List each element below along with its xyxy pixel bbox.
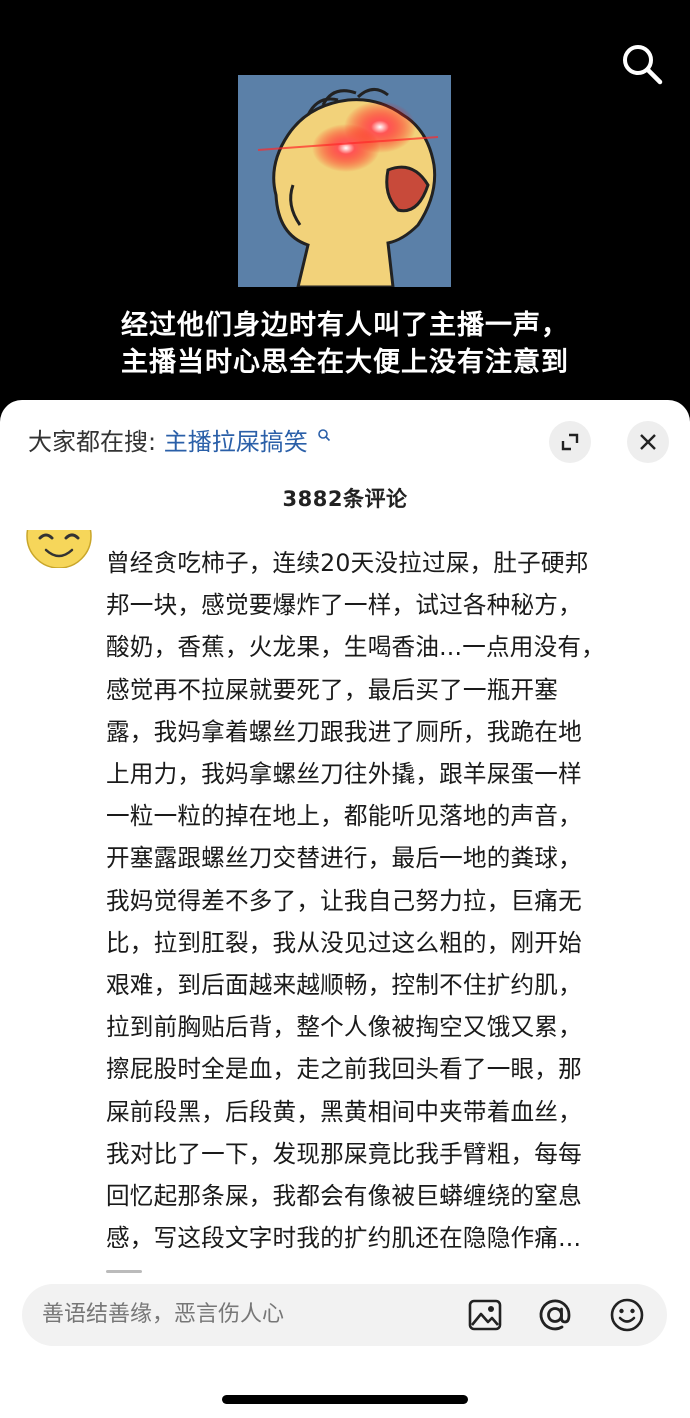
trending-keyword-link[interactable]: 主播拉屎搞笑 [164, 428, 308, 456]
comment-line: 拉到前胸贴后背，整个人像被掏空又饿又累， [106, 1013, 582, 1042]
comment-line: 我妈觉得差不多了，让我自己努力拉，巨痛无 [106, 886, 582, 915]
comment-meta-clipped [106, 1266, 186, 1274]
comment-line: 感觉再不拉屎就要死了，最后买了一瓶开塞 [106, 675, 559, 704]
search-icon [318, 429, 331, 442]
comment-input-bar[interactable]: 善语结善缘，恶言伤人心 [22, 1284, 667, 1346]
comment-line: 开塞露跟螺丝刀交替进行，最后一地的粪球， [106, 844, 582, 873]
comments-sheet: 大家都在搜: 主播拉屎搞笑 3882条评论 曾经贪吃柿子，连续20天没拉过屎，肚… [0, 400, 690, 1418]
comment-line: 回忆起那条屎，我都会有像被巨蟒缠绕的窒息 [106, 1182, 582, 1211]
comment-line: 上用力，我妈拿螺丝刀往外撬，跟羊屎蛋一样 [106, 760, 582, 789]
comment-line: 露，我妈拿着螺丝刀跟我进了厕所，我跪在地 [106, 717, 582, 746]
expand-button[interactable] [549, 421, 591, 463]
comment-line: 艰难，到后面越来越顺畅，控制不住扩约肌， [106, 971, 582, 1000]
at-icon[interactable] [537, 1297, 573, 1333]
comment-line: 擦屁股时全是血，走之前我回头看了一眼，那 [106, 1055, 582, 1084]
comment-line: 屎前段黑，后段黄，黑黄相间中夹带着血丝， [106, 1097, 582, 1126]
close-button[interactable] [627, 421, 669, 463]
caption-line-1: 经过他们身边时有人叫了主播一声， [121, 310, 569, 341]
comment-line: 我对比了一下，发现那屎竟比我手臂粗，每每 [106, 1139, 582, 1168]
search-icon[interactable] [618, 40, 666, 88]
image-icon[interactable] [467, 1297, 503, 1333]
video-thumbnail-image [238, 75, 451, 287]
emoji-icon[interactable] [609, 1297, 645, 1333]
comment-count: 3882条评论 [282, 487, 408, 511]
comment-line: 比，拉到肛裂，我从没见过这么粗的，刚开始 [106, 928, 582, 957]
video-player[interactable]: 经过他们身边时有人叫了主播一声， 主播当时心思全在大便上没有注意到 [0, 0, 690, 420]
comment-line: 一粒一粒的掉在地上，都能听见落地的声音， [106, 802, 582, 831]
close-icon [640, 434, 656, 450]
trending-prefix: 大家都在搜: [28, 428, 157, 456]
caption-line-2: 主播当时心思全在大便上没有注意到 [121, 347, 569, 378]
comment-line: 邦一块，感觉要爆炸了一样，试过各种秘方， [106, 591, 582, 620]
emoji-face-avatar[interactable] [26, 530, 92, 568]
comment-body: 曾经贪吃柿子，连续20天没拉过屎，肚子硬邦 邦一块，感觉要爆炸了一样，试过各种秘… [106, 542, 651, 1259]
trending-search[interactable]: 大家都在搜: 主播拉屎搞笑 [28, 422, 331, 462]
expand-icon [561, 433, 579, 451]
home-indicator[interactable] [222, 1395, 468, 1404]
comment-input-placeholder[interactable]: 善语结善缘，恶言伤人心 [42, 1284, 284, 1346]
comment-line: 感，写这段文字时我的扩约肌还在隐隐作痛... [106, 1224, 582, 1253]
video-caption: 经过他们身边时有人叫了主播一声， 主播当时心思全在大便上没有注意到 [0, 307, 690, 381]
comment-line: 曾经贪吃柿子，连续20天没拉过屎，肚子硬邦 [106, 549, 589, 577]
comment-line: 酸奶，香蕉，火龙果，生喝香油...一点用没有， [106, 633, 605, 662]
